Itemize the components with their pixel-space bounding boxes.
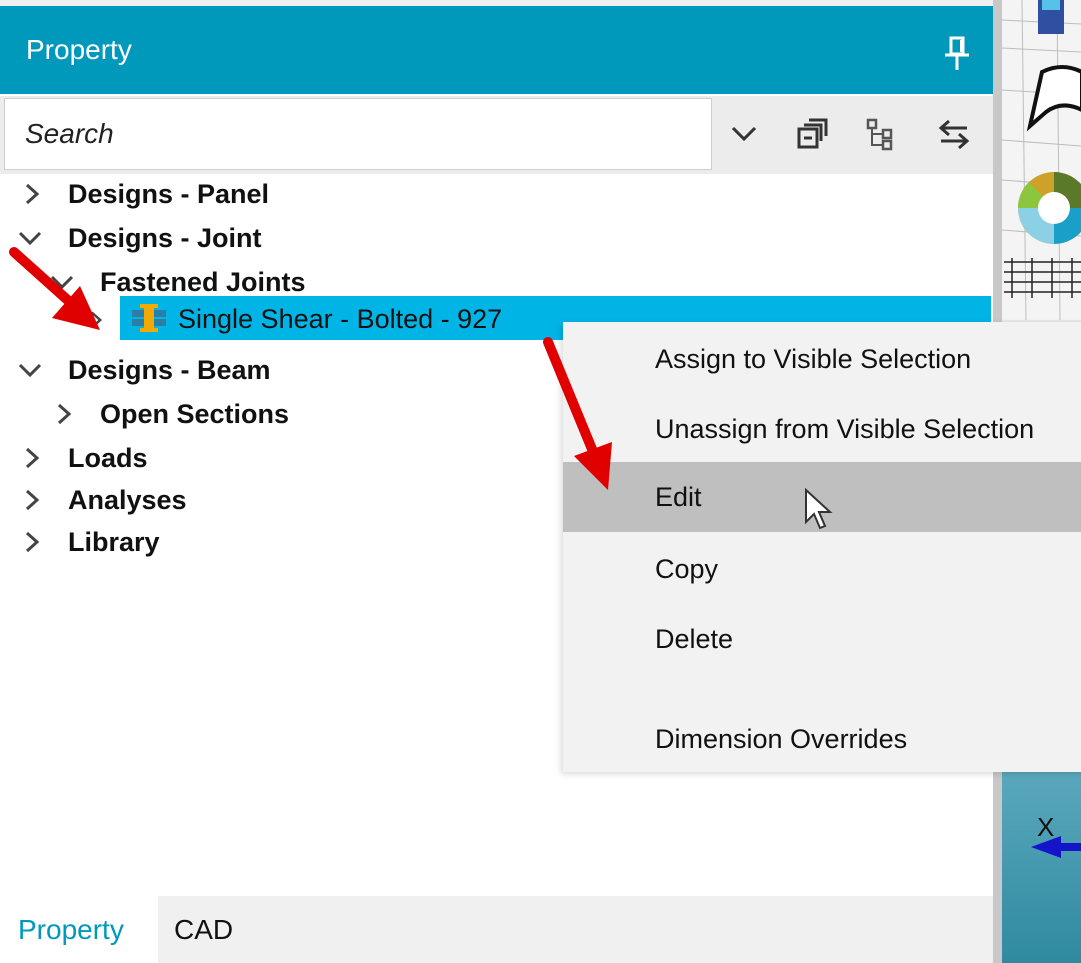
tab-property[interactable]: Property [0, 896, 158, 963]
chevron-down-icon [731, 126, 757, 142]
menu-item-dimension-overrides[interactable]: Dimension Overrides [563, 704, 1081, 774]
menu-item-unassign[interactable]: Unassign from Visible Selection [563, 394, 1081, 464]
menu-item-label: Unassign from Visible Selection [655, 414, 1035, 444]
menu-item-label: Assign to Visible Selection [655, 344, 972, 374]
viewport-canvas [1001, 0, 1081, 321]
tree-node-loads[interactable]: Loads [20, 436, 148, 480]
tree-view-icon [866, 118, 893, 151]
chevron-right-icon [90, 311, 103, 329]
panel-tab-bar: Property CAD [0, 896, 993, 963]
chevron-down-icon [50, 275, 74, 290]
chevron-right-icon [25, 447, 40, 469]
tree-node-designs-joint[interactable]: Designs - Joint [18, 216, 262, 260]
tree-label: Library [68, 526, 160, 557]
sync-arrows-icon [938, 119, 970, 150]
menu-item-delete[interactable]: Delete [563, 604, 1081, 674]
axis-arrow-icon [1031, 836, 1081, 858]
viewport-axis-area [1002, 770, 1081, 963]
panel-title: Property [26, 34, 132, 65]
chevron-right-icon [25, 489, 40, 511]
pin-icon[interactable] [942, 36, 972, 72]
tree-node-open-sections[interactable]: Open Sections [52, 392, 289, 436]
menu-item-copy[interactable]: Copy [563, 534, 1081, 604]
chevron-down-icon [18, 363, 42, 378]
tree-label: Fastened Joints [100, 266, 306, 297]
tree-node-designs-beam[interactable]: Designs - Beam [18, 348, 271, 392]
menu-item-assign[interactable]: Assign to Visible Selection [563, 324, 1081, 394]
context-menu: Assign to Visible Selection Unassign fro… [563, 322, 1081, 772]
search-input[interactable] [5, 99, 711, 169]
viewport-graphics [1001, 0, 1081, 321]
collapse-all-button[interactable] [790, 112, 834, 156]
chevron-right-icon [25, 531, 40, 553]
menu-item-label: Dimension Overrides [655, 724, 908, 754]
tree-node-library[interactable]: Library [20, 520, 160, 564]
tree-node-analyses[interactable]: Analyses [20, 478, 187, 522]
bolted-joint-icon [132, 304, 166, 332]
tab-cad[interactable]: CAD [158, 896, 258, 963]
menu-item-label: Edit [655, 482, 702, 512]
panel-header: Property [0, 6, 993, 94]
collapse-all-icon [797, 118, 828, 149]
search-toolbar [0, 96, 993, 174]
chevron-right-icon [25, 183, 40, 205]
chevron-down-icon [18, 231, 42, 246]
tree-label: Open Sections [100, 398, 290, 429]
tree-label: Analyses [68, 484, 187, 515]
tree-label: Designs - Beam [68, 354, 271, 385]
tree-label: Designs - Panel [68, 178, 270, 209]
tree-view-button[interactable] [860, 112, 904, 156]
search-box [4, 98, 712, 170]
tree-label: Designs - Joint [68, 222, 262, 253]
chevron-right-icon [57, 403, 72, 425]
mouse-cursor-icon [805, 488, 833, 530]
selected-item-label: Single Shear - Bolted - 927 [178, 304, 503, 334]
menu-item-label: Copy [655, 554, 719, 584]
sync-button[interactable] [932, 112, 976, 156]
color-wheel-icon [1017, 172, 1081, 244]
tree-label: Loads [68, 442, 148, 473]
flag-icon [1026, 65, 1081, 132]
tree-node-designs-panel[interactable]: Designs - Panel [20, 172, 269, 216]
menu-item-label: Delete [655, 624, 734, 654]
dropdown-button[interactable] [722, 112, 766, 156]
